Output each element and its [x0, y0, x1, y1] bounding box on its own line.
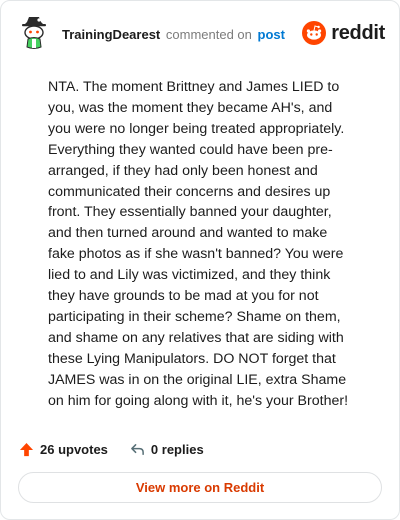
upvote-button[interactable]: 26 upvotes — [19, 442, 108, 457]
replies-button[interactable]: 0 replies — [130, 442, 204, 457]
post-link[interactable]: post — [258, 27, 285, 42]
view-more-button[interactable]: View more on Reddit — [18, 472, 382, 503]
reddit-logo[interactable]: reddit — [302, 21, 385, 45]
reddit-wordmark: reddit — [331, 21, 385, 44]
comment-embed-card: TrainingDearest commented on post reddit… — [0, 0, 400, 520]
upvote-arrow-icon — [19, 442, 34, 456]
comment-actions: 26 upvotes 0 replies — [19, 439, 226, 459]
reply-arrow-icon — [131, 443, 144, 455]
commented-on-text: commented on — [165, 27, 252, 42]
username-link[interactable]: TrainingDearest — [62, 27, 160, 42]
comment-byline: TrainingDearest commented on post — [62, 27, 285, 42]
upvote-count: 26 upvotes — [40, 441, 108, 457]
reply-count: 0 replies — [150, 441, 204, 457]
reddit-logo-icon — [302, 21, 327, 45]
comment-header: TrainingDearest commented on post reddit — [15, 14, 385, 54]
avatar-snoo-icon[interactable] — [15, 14, 53, 52]
comment-body: NTA. The moment Brittney and James LIED … — [48, 79, 349, 409]
